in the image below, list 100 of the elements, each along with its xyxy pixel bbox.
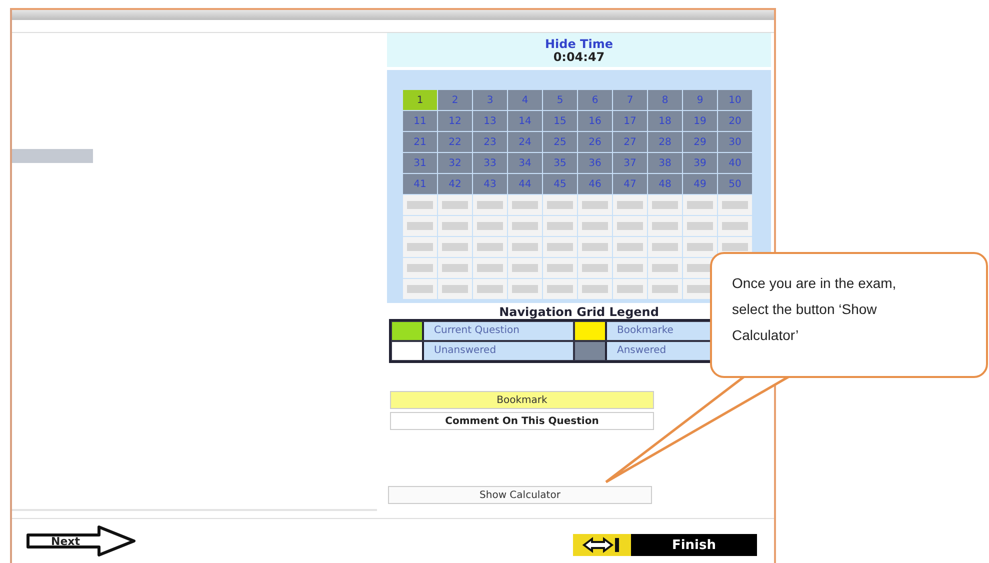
question-cell[interactable]: 6 — [578, 90, 612, 110]
placeholder-mark — [652, 222, 678, 230]
placeholder-mark — [582, 285, 608, 293]
question-cell[interactable]: 1 — [403, 90, 437, 110]
question-cell[interactable]: 19 — [683, 111, 717, 131]
question-cell[interactable]: 13 — [473, 111, 507, 131]
question-cell[interactable]: 41 — [403, 174, 437, 194]
question-cell[interactable]: 16 — [578, 111, 612, 131]
placeholder-mark — [442, 243, 468, 251]
legend-label: Unanswered — [433, 344, 496, 358]
placeholder-mark — [477, 264, 503, 272]
placeholder-mark — [652, 243, 678, 251]
question-cell[interactable]: 46 — [578, 174, 612, 194]
placeholder-mark — [687, 264, 713, 272]
question-cell[interactable]: 3 — [473, 90, 507, 110]
question-cell[interactable]: 33 — [473, 153, 507, 173]
question-cell[interactable]: 9 — [683, 90, 717, 110]
question-cell[interactable]: 29 — [683, 132, 717, 152]
question-cell[interactable]: 5 — [543, 90, 577, 110]
question-cell[interactable]: 2 — [438, 90, 472, 110]
question-cell[interactable]: 38 — [648, 153, 682, 173]
placeholder-mark — [652, 264, 678, 272]
placeholder-mark — [722, 222, 748, 230]
next-button[interactable]: Next — [25, 525, 137, 557]
placeholder-mark — [547, 243, 573, 251]
question-cell[interactable]: 11 — [403, 111, 437, 131]
question-cell[interactable]: 39 — [683, 153, 717, 173]
question-cell[interactable]: 34 — [508, 153, 542, 173]
question-cell[interactable]: 8 — [648, 90, 682, 110]
placeholder-mark — [407, 243, 433, 251]
placeholder-mark — [652, 285, 678, 293]
question-cell[interactable]: 35 — [543, 153, 577, 173]
question-cell[interactable]: 32 — [438, 153, 472, 173]
question-cell[interactable]: 30 — [718, 132, 752, 152]
placeholder-mark — [512, 285, 538, 293]
placeholder-mark — [547, 222, 573, 230]
question-cell[interactable]: 21 — [403, 132, 437, 152]
placeholder-mark — [407, 222, 433, 230]
question-cell[interactable]: 10 — [718, 90, 752, 110]
bookmark-button[interactable]: Bookmark — [390, 391, 654, 409]
question-cell[interactable]: 22 — [438, 132, 472, 152]
question-cell[interactable]: 28 — [648, 132, 682, 152]
question-cell[interactable]: 25 — [543, 132, 577, 152]
hide-time-link[interactable]: Hide Time — [544, 36, 613, 50]
placeholder-mark — [687, 201, 713, 209]
placeholder-mark — [617, 264, 643, 272]
question-cell[interactable]: 24 — [508, 132, 542, 152]
question-cell[interactable]: 44 — [508, 174, 542, 194]
placeholder-mark — [477, 285, 503, 293]
placeholder-mark — [547, 264, 573, 272]
question-cell[interactable]: 20 — [718, 111, 752, 131]
placeholder-mark — [512, 201, 538, 209]
question-cell[interactable]: 27 — [613, 132, 647, 152]
placeholder-mark — [407, 264, 433, 272]
placeholder-mark — [442, 201, 468, 209]
placeholder-mark — [617, 243, 643, 251]
question-cell[interactable]: 23 — [473, 132, 507, 152]
skip-arrow-icon — [582, 537, 622, 553]
legend-label: Bookmarke — [616, 324, 674, 338]
placeholder-mark — [512, 264, 538, 272]
placeholder-mark — [477, 222, 503, 230]
placeholder-mark — [687, 243, 713, 251]
placeholder-mark — [722, 243, 748, 251]
question-cell[interactable]: 12 — [438, 111, 472, 131]
question-cell[interactable]: 43 — [473, 174, 507, 194]
placeholder-mark — [687, 222, 713, 230]
question-cell[interactable]: 14 — [508, 111, 542, 131]
placeholder-mark — [442, 222, 468, 230]
question-cell[interactable]: 36 — [578, 153, 612, 173]
placeholder-mark — [582, 243, 608, 251]
question-cell[interactable]: 15 — [543, 111, 577, 131]
question-cell[interactable]: 18 — [648, 111, 682, 131]
placeholder-mark — [722, 201, 748, 209]
question-cell[interactable]: 37 — [613, 153, 647, 173]
placeholder-mark — [617, 222, 643, 230]
question-cell[interactable]: 49 — [683, 174, 717, 194]
question-cell[interactable]: 45 — [543, 174, 577, 194]
elapsed-time: 0:04:47 — [553, 50, 605, 64]
placeholder-mark — [407, 201, 433, 209]
show-calculator-button[interactable]: Show Calculator — [388, 486, 652, 504]
placeholder-mark — [582, 222, 608, 230]
question-cell[interactable]: 31 — [403, 153, 437, 173]
placeholder-mark — [582, 264, 608, 272]
placeholder-mark — [407, 285, 433, 293]
question-cell[interactable]: 42 — [438, 174, 472, 194]
question-cell[interactable]: 4 — [508, 90, 542, 110]
question-cell[interactable]: 26 — [578, 132, 612, 152]
callout: Once you are in the exam, select the button ‘Show Calculator’ — [710, 252, 988, 378]
question-cell[interactable]: 7 — [613, 90, 647, 110]
placeholder-mark — [617, 285, 643, 293]
question-cell[interactable]: 47 — [613, 174, 647, 194]
question-cell[interactable]: 40 — [718, 153, 752, 173]
comment-button[interactable]: Comment On This Question — [390, 412, 654, 430]
finish-button[interactable]: Finish — [573, 534, 757, 556]
question-cell[interactable]: 50 — [718, 174, 752, 194]
placeholder-mark — [547, 285, 573, 293]
question-cell[interactable]: 48 — [648, 174, 682, 194]
placeholder-mark — [617, 201, 643, 209]
placeholder-mark — [652, 201, 678, 209]
question-cell[interactable]: 17 — [613, 111, 647, 131]
